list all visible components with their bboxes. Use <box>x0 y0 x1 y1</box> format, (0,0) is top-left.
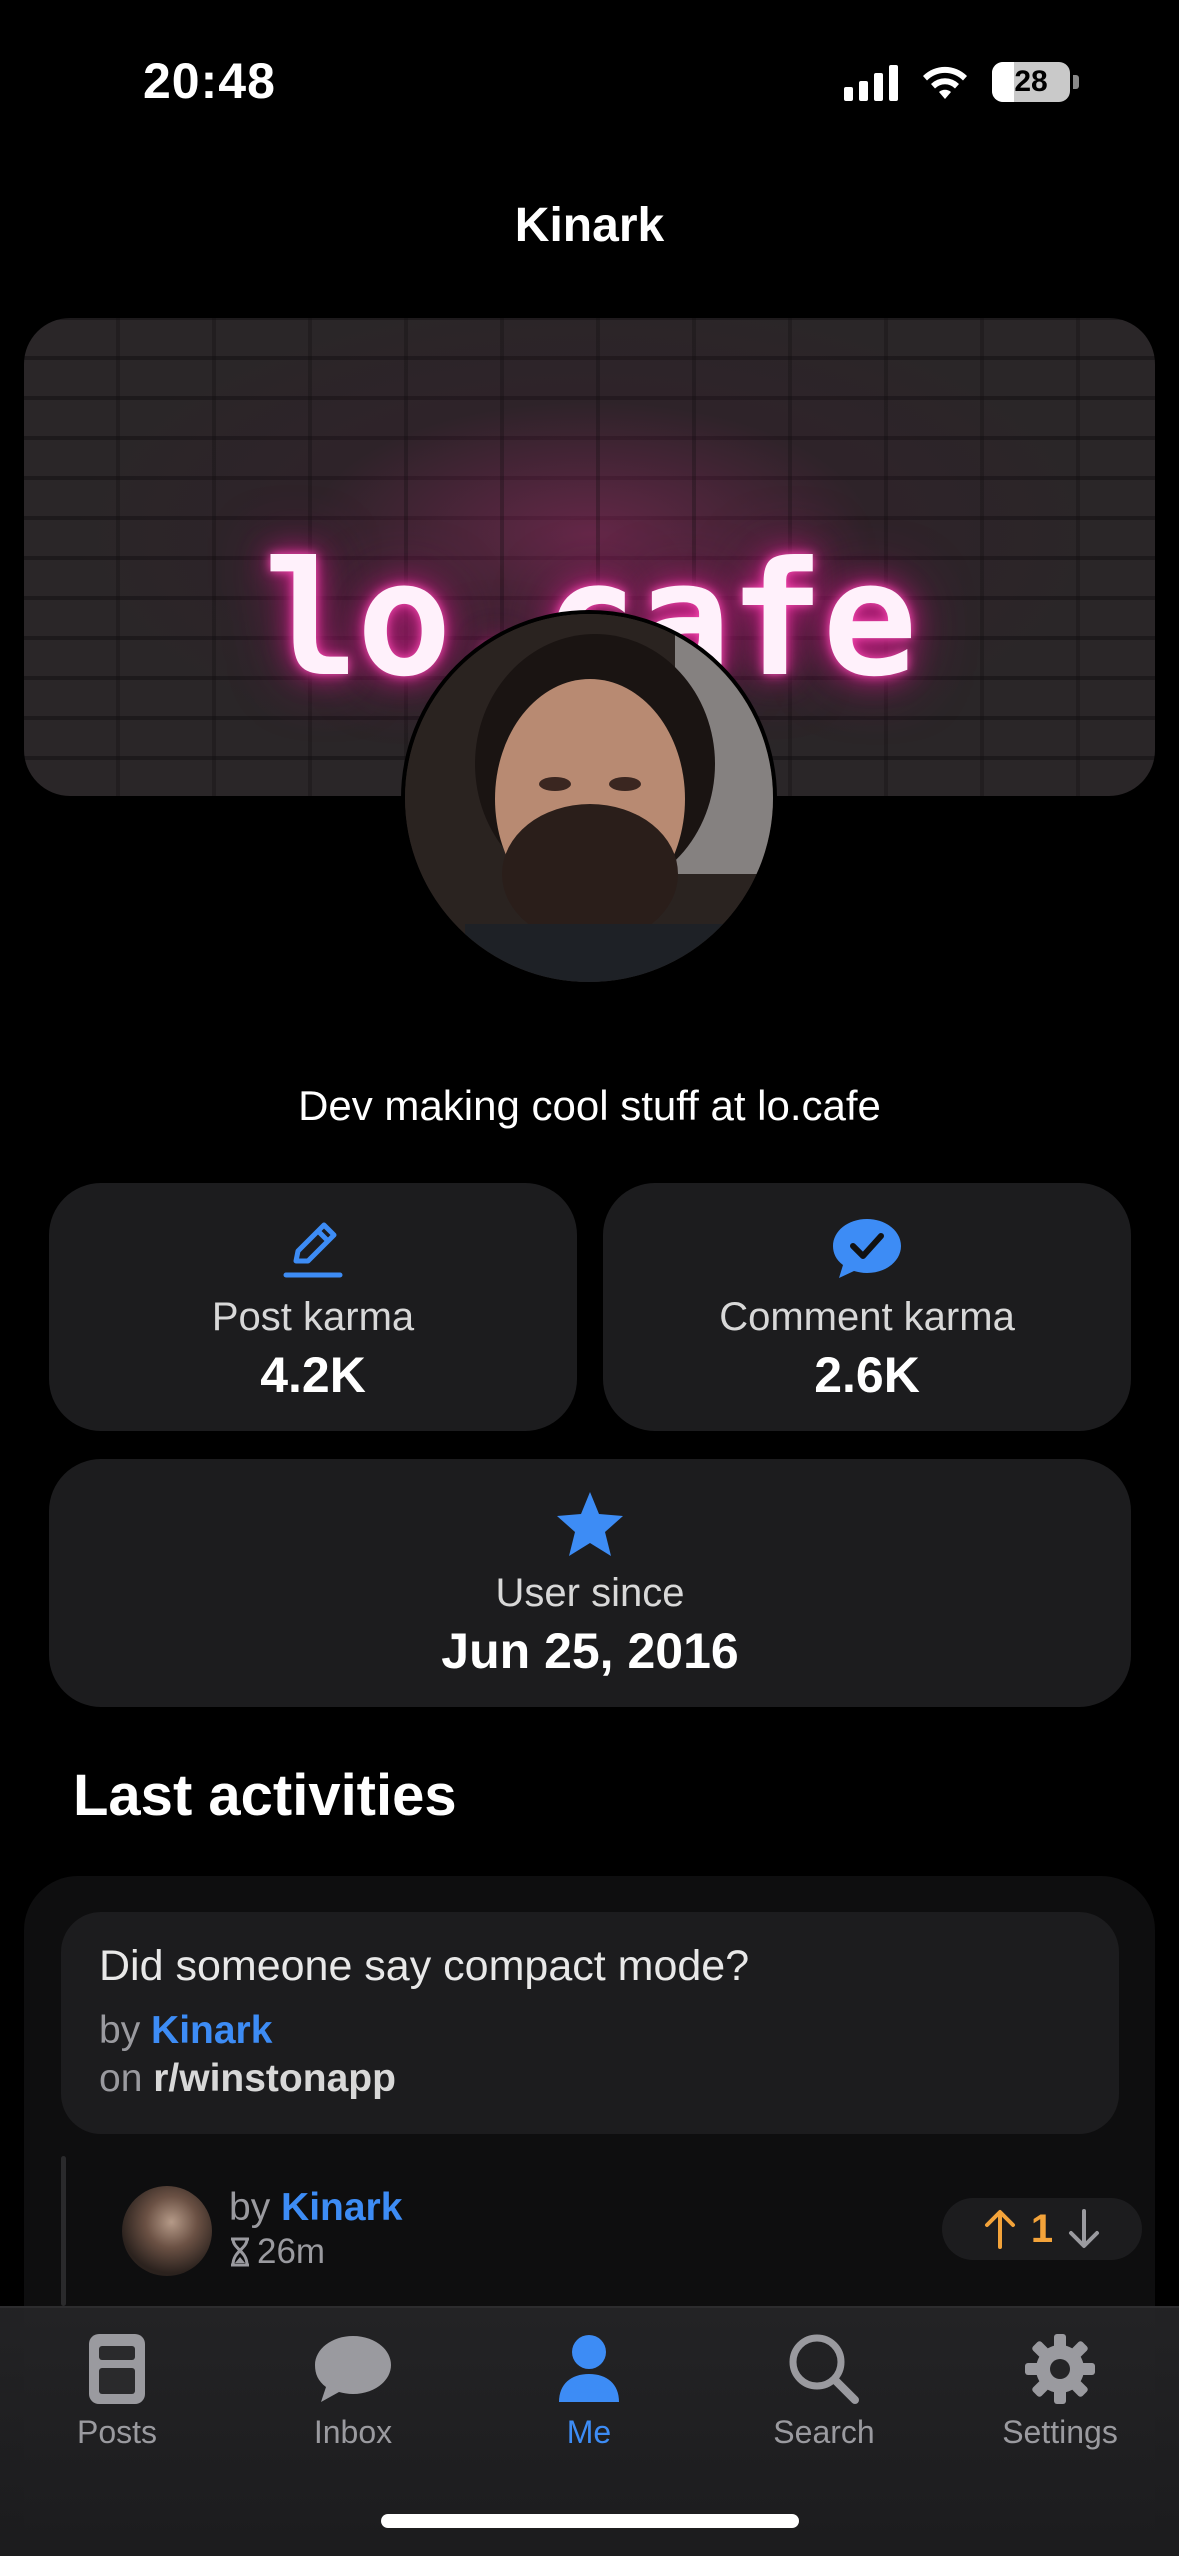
user-since-label: User since <box>495 1571 685 1615</box>
comment-avatar[interactable] <box>122 2186 212 2276</box>
post-title[interactable]: Did someone say compact mode? <box>99 1942 1081 1991</box>
signal-icon <box>844 63 898 101</box>
posts-icon <box>89 2334 145 2404</box>
comment-author-link[interactable]: Kinark <box>281 2186 402 2229</box>
profile-bio: Dev making cool stuff at lo.cafe <box>298 1082 881 1129</box>
battery-icon: 28 <box>992 62 1070 102</box>
tab-label: Settings <box>1002 2414 1118 2450</box>
comment-karma-value: 2.6K <box>814 1347 920 1403</box>
post-subreddit-line: on r/winstonapp <box>99 2057 1081 2101</box>
tab-posts[interactable]: Posts <box>17 2332 217 2451</box>
hourglass-icon <box>231 2237 249 2267</box>
comment-thread-line <box>61 2156 66 2306</box>
tab-label: Search <box>773 2414 875 2450</box>
tab-me[interactable]: Me <box>489 2332 689 2451</box>
tab-settings[interactable]: Settings <box>960 2332 1160 2451</box>
tab-label: Posts <box>76 2414 158 2450</box>
subreddit-link[interactable]: r/winstonapp <box>153 2057 396 2100</box>
tab-label: Inbox <box>313 2414 393 2450</box>
section-title: Last activities <box>73 1763 457 1828</box>
downvote-icon[interactable] <box>1067 2209 1101 2249</box>
home-indicator[interactable] <box>381 2514 799 2528</box>
tab-inbox[interactable]: Inbox <box>253 2332 453 2451</box>
user-since-card: User since Jun 25, 2016 <box>49 1459 1131 1707</box>
comment-karma-card[interactable]: Comment karma 2.6K <box>603 1183 1131 1431</box>
upvote-icon[interactable] <box>983 2209 1017 2249</box>
post-item[interactable]: Did someone say compact mode? by Kinark … <box>61 1912 1119 2134</box>
user-since-value: Jun 25, 2016 <box>441 1623 739 1679</box>
pencil-icon <box>280 1213 346 1283</box>
comment-author-line: by Kinark <box>229 2186 402 2230</box>
comment-karma-label: Comment karma <box>719 1295 1015 1339</box>
comment-time: 26m <box>229 2232 325 2272</box>
post-karma-label: Post karma <box>211 1295 415 1339</box>
wifi-icon <box>923 66 967 99</box>
tab-search[interactable]: Search <box>724 2332 924 2451</box>
post-author-line: by Kinark <box>99 2009 1081 2053</box>
star-icon <box>555 1489 625 1559</box>
page-title: Kinark <box>514 199 665 252</box>
search-icon <box>789 2334 859 2404</box>
gear-icon <box>1025 2334 1095 2404</box>
profile-screen: 20:48 28 Kinark lo.cafe <box>0 0 1179 2556</box>
status-icons: 28 <box>844 62 1079 102</box>
on-prefix: on <box>99 2057 143 2100</box>
status-time: 20:48 <box>143 53 276 109</box>
chat-check-icon <box>831 1213 903 1283</box>
chat-bubble-icon <box>315 2336 391 2402</box>
person-icon <box>559 2335 619 2402</box>
vote-count: 1 <box>1030 2206 1054 2251</box>
vote-control: 1 <box>942 2198 1142 2260</box>
by-prefix: by <box>99 2009 141 2052</box>
comment-time-value: 26m <box>257 2232 326 2271</box>
post-karma-card[interactable]: Post karma 4.2K <box>49 1183 577 1431</box>
post-author-link[interactable]: Kinark <box>151 2009 272 2052</box>
battery-percent: 28 <box>1014 65 1048 98</box>
avatar[interactable] <box>401 610 777 986</box>
comment-by-prefix: by <box>229 2186 271 2229</box>
post-karma-value: 4.2K <box>260 1347 366 1403</box>
tab-label: Me <box>566 2414 612 2450</box>
